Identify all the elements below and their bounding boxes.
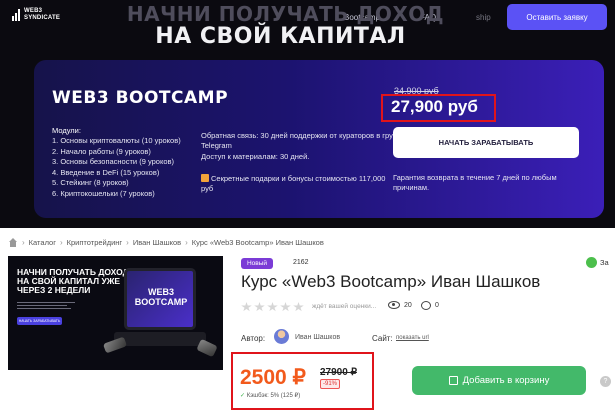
product-title: Курс «Web3 Bootcamp» Иван Шашков	[241, 272, 541, 291]
home-icon[interactable]	[8, 238, 18, 247]
feature-gifts: Секретные подарки и бонусы стоимостью 11…	[201, 174, 391, 194]
star-icon[interactable]	[280, 302, 291, 312]
product-image[interactable]: НАЧНИ ПОЛУЧАТЬ ДОХОД НА СВОЙ КАПИТАЛ УЖЕ…	[8, 256, 223, 370]
comments-count: 0	[435, 302, 439, 309]
author-label: Автор:	[241, 334, 266, 343]
new-badge: Новый	[241, 258, 273, 269]
comment-icon	[421, 301, 431, 310]
discount-badge: -91%	[320, 379, 341, 389]
star-icon[interactable]	[241, 302, 252, 312]
cashback-label: Кэшбэк: 5% (125 ₽)	[246, 393, 301, 399]
thumb-headline: НАЧНИ ПОЛУЧАТЬ ДОХОД НА СВОЙ КАПИТАЛ УЖЕ…	[17, 267, 129, 295]
comments-counter[interactable]: 0	[421, 301, 439, 310]
banner-headline-2: НА СВОЙ КАПИТАЛ	[155, 24, 406, 49]
breadcrumb-crypto-trading[interactable]: Криптотрейдинг	[67, 238, 123, 247]
monitor-illustration: WEB3 BOOTCAMP	[124, 268, 196, 330]
feature-gifts-text: Секретные подарки и бонусы стоимостью 11…	[201, 174, 386, 193]
promo-banner: WEB3 SYNDICATE Bootcamp FAQ ship Оставит…	[0, 0, 615, 228]
current-price: 2500 ₽	[240, 366, 306, 389]
module-item: 5. Стейкинг (8 уроков)	[52, 178, 129, 188]
chevron-right-icon: ›	[59, 238, 63, 247]
add-to-cart-button[interactable]: Добавить в корзину	[412, 366, 586, 395]
feature-feedback: Обратная связь: 30 дней поддержки от кур…	[201, 131, 406, 150]
eye-icon	[388, 301, 400, 309]
star-icon[interactable]	[293, 302, 304, 312]
chevron-right-icon: ›	[126, 238, 129, 247]
breadcrumb-current: Курс «Web3 Bootcamp» Иван Шашков	[191, 238, 324, 247]
feature-access: Доступ к материалам: 30 дней.	[201, 152, 310, 161]
chevron-right-icon: ›	[22, 238, 25, 247]
favorite-label: За	[600, 258, 609, 267]
keyboard-illustration	[114, 332, 206, 346]
start-earning-button[interactable]: НАЧАТЬ ЗАРАБАТЫВАТЬ	[393, 127, 579, 158]
glass-shape	[102, 336, 128, 354]
module-item: 4. Введение в DeFi (15 уроков)	[52, 167, 160, 177]
shopping-bag-icon	[448, 376, 458, 385]
chevron-right-icon: ›	[185, 238, 188, 247]
thumb-button: НАЧАТЬ ЗАРАБАТЫВАТЬ	[17, 317, 62, 325]
star-icon[interactable]	[267, 302, 278, 312]
thumb-subtext	[17, 302, 77, 314]
module-item: 2. Начало работы (9 уроков)	[52, 146, 151, 156]
bootcamp-title: WEB3 BOOTCAMP	[52, 88, 229, 108]
module-item: 1. Основы криптовалюты (10 уроков)	[52, 136, 181, 145]
show-url-link[interactable]: показать url	[396, 335, 429, 341]
favorite-icon	[586, 257, 597, 268]
help-icon[interactable]: ?	[600, 376, 611, 387]
avatar[interactable]	[274, 329, 289, 344]
modules-list: 1. Основы криптовалюты (10 уроков) 2. На…	[52, 136, 181, 200]
views-counter: 20	[388, 301, 412, 309]
views-count: 20	[404, 301, 412, 309]
breadcrumb-author[interactable]: Иван Шашков	[133, 238, 181, 247]
module-item: 3. Основы безопасности (9 уроков)	[52, 157, 174, 167]
old-price: 27900 ₽	[320, 367, 357, 378]
rating-stars[interactable]	[241, 302, 304, 312]
author-name[interactable]: Иван Шашков	[295, 334, 340, 341]
modules-title: Модули:	[52, 126, 81, 135]
banner-new-price: 27,900 руб	[391, 97, 478, 116]
module-item: 6. Криптокошельки (7 уроков)	[52, 188, 155, 198]
glass-shape	[196, 338, 218, 358]
guarantee-text: Гарантия возврата в течение 7 дней по лю…	[393, 173, 557, 192]
cashback-check-icon: ✓	[240, 393, 246, 399]
breadcrumb-catalog[interactable]: Каталог	[29, 238, 56, 247]
banner-headline-1: НАЧНИ ПОЛУЧАТЬ ДОХОД	[126, 2, 445, 26]
product-id: 2162	[293, 259, 309, 266]
rating-text: ждёт вашей оценки...	[312, 303, 377, 310]
site-label: Сайт:	[372, 334, 393, 343]
cashback-text: ✓ Кэшбэк: 5% (125 ₽)	[240, 392, 300, 399]
gift-icon	[201, 174, 209, 182]
bootcamp-card: WEB3 BOOTCAMP Модули: 1. Основы криптова…	[34, 60, 604, 218]
add-to-cart-label: Добавить в корзину	[462, 375, 550, 386]
monitor-screen-text: WEB3 BOOTCAMP	[134, 287, 188, 307]
favorite-button[interactable]: За	[586, 257, 609, 268]
breadcrumb: › Каталог › Криптотрейдинг › Иван Шашков…	[8, 238, 324, 247]
star-icon[interactable]	[254, 302, 265, 312]
